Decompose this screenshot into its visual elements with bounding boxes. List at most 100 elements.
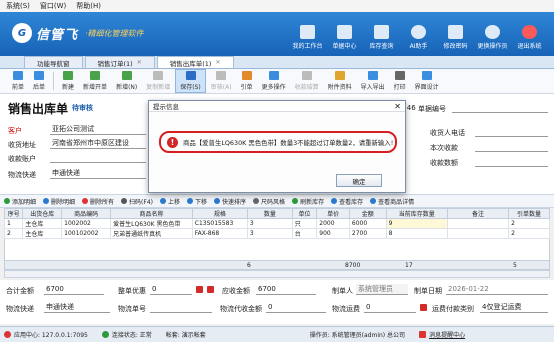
cod-label: 物流代收金额 [220,305,262,313]
copy-icon [153,71,164,80]
col-unit[interactable]: 单位 [291,208,318,219]
discount-lock-icon[interactable] [207,286,214,293]
col-qty[interactable]: 数量 [246,208,293,219]
close-icon[interactable]: ✕ [394,102,401,111]
doc-no-field[interactable] [452,102,548,113]
size-style-button[interactable]: 尺码风格 [253,197,285,206]
phone-field[interactable] [475,126,548,137]
col-seq[interactable]: 序号 [3,208,24,219]
col-ref-qty[interactable]: 引单数量 [508,208,550,219]
address-label: 收货地址 [8,141,36,149]
documents-icon [337,25,352,39]
tab-nav[interactable]: 功能导航窗 [24,56,83,68]
delete-row-button[interactable]: 删除明细 [43,197,75,206]
receivable-total-field: 6700 [256,284,316,295]
receivable-field[interactable] [475,156,548,167]
cod-field[interactable]: 0 [266,302,326,313]
quick-sort-button[interactable]: 快速排序 [214,197,246,206]
tracking-field[interactable] [150,302,212,313]
app-window: 系统(S) 窗口(W) 帮助(H) G 信管飞 ·精细化管理软件 我的工作台 单… [0,0,554,342]
address-field[interactable]: 河南省郑州市中原区建设 [50,138,146,149]
add-row-button[interactable]: 添加明细 [4,197,36,206]
topnav-inventory[interactable]: 库存查询 [363,16,400,54]
topnav-exit[interactable]: 退出系统 [511,16,548,54]
print-button[interactable]: 打印 [390,69,410,93]
scan-icon [121,198,128,204]
menu-system[interactable]: 系统(S) [6,1,30,11]
detail-grid: 序号 出货仓库 商品编码 商品名称 规格 数量 单位 单价 金额 当前库存数量 … [3,208,550,239]
more-button[interactable]: 更多操作 [258,69,290,93]
freight-pay-field[interactable]: 4仅登记运费 [480,302,548,313]
col-warehouse[interactable]: 出货仓库 [22,208,63,219]
attachment-button[interactable]: 附件资料 [324,69,356,93]
ok-button[interactable]: 确定 [336,174,382,187]
logistics-field[interactable]: 申通快递 [44,302,110,313]
view-stock-button[interactable]: 查看库存 [331,197,363,206]
tab-sales-outbound[interactable]: 销售出库单(1) ✕ [156,56,234,68]
refresh-stock-button[interactable]: 刷新库存 [292,197,324,206]
col-name[interactable]: 商品名称 [110,208,193,219]
customer-field[interactable]: 亚拓公司测试 [50,124,146,135]
add-button[interactable]: 新增(N) [112,69,141,93]
status-messages[interactable]: 消息提醒中心 [419,330,465,339]
copy-add-button[interactable]: 复制新增 [142,69,174,93]
maker-label: 制单人 [332,287,353,295]
move-down-button[interactable]: 下移 [187,197,207,206]
tab-sales-order[interactable]: 销售订单(1) ✕ [84,56,155,68]
import-order-button[interactable]: 引单 [237,69,257,93]
account-field[interactable] [50,152,146,163]
scan-button[interactable]: 扫码(F4) [121,197,153,206]
freight-check-icon[interactable] [420,304,427,311]
grid-header-row: 序号 出货仓库 商品编码 商品名称 规格 数量 单位 单价 金额 当前库存数量 … [3,208,550,219]
import-export-button[interactable]: 导入导出 [357,69,389,93]
topnav-password[interactable]: 修改密码 [437,16,474,54]
col-code[interactable]: 商品编码 [61,208,112,219]
desktop-icon [300,25,315,39]
topnav-ai[interactable]: AI助手 [400,16,437,54]
freight-pay-label: 运费付款类别 [432,305,474,313]
col-note[interactable]: 备注 [446,208,510,219]
menu-help[interactable]: 帮助(H) [76,1,101,11]
new-button[interactable]: 新建 [58,69,78,93]
status-account: 帐套: 演示帐套 [165,332,206,339]
delivery-field[interactable]: 申通快递 [50,168,146,179]
freight-field[interactable]: 0 [364,302,416,313]
topnav-doc-center[interactable]: 单据中心 [326,16,363,54]
col-spec[interactable]: 规格 [191,208,248,219]
refresh-icon [292,198,299,204]
save-icon [185,71,196,80]
app-logo: G 信管飞 ·精细化管理软件 [12,23,144,43]
status-badge: 待审核 [72,104,93,112]
topnav-switch-user[interactable]: 更换操作员 [474,16,511,54]
menu-bar: 系统(S) 窗口(W) 帮助(H) [0,0,554,12]
close-icon[interactable]: ✕ [137,59,142,66]
close-icon[interactable]: ✕ [215,59,220,66]
prev-button[interactable]: 前单 [8,69,28,93]
grid-horizontal-scrollbar[interactable] [4,270,550,278]
col-amount[interactable]: 金额 [348,208,387,219]
discount-check-icon[interactable] [196,286,203,293]
menu-window[interactable]: 窗口(W) [40,1,66,11]
move-up-button[interactable]: 上移 [160,197,180,206]
next-button[interactable]: 后单 [29,69,49,93]
grid-toolbar: 添加明细 删除明细 删除所有 扫码(F4) 上移 下移 快速排序 尺码风格 刷新… [0,194,554,208]
design-button[interactable]: 界面设计 [411,69,443,93]
table-row[interactable]: 1 主仓库 1002002 爱普生LQ630K 黑色色带 C13S015583 … [3,218,550,229]
receipt-button[interactable]: 收款结算 [291,69,323,93]
total-qty: 6 [247,262,251,269]
product-detail-button[interactable]: 查看商品详情 [370,197,414,206]
more-icon [268,71,279,80]
delete-all-button[interactable]: 删除所有 [82,197,114,206]
table-row[interactable]: 2 主仓库 100102002 兄弟普通纸传真机 FAX-868 3 台 900… [3,228,550,239]
approve-button[interactable]: 审核(A) [207,69,236,93]
col-stock[interactable]: 当前库存数量 [385,208,448,219]
approve-icon [216,71,227,80]
col-price[interactable]: 单价 [316,208,350,219]
this-receipt-label: 本次收款 [430,144,458,152]
topnav-workbench[interactable]: 我的工作台 [289,16,326,54]
this-receipt-field[interactable] [475,141,548,152]
message-icon [419,331,427,338]
discount-field[interactable]: 0 [150,284,192,295]
save-button[interactable]: 保存(S) [175,69,206,93]
new-doc-button[interactable]: 新增开单 [79,69,111,93]
